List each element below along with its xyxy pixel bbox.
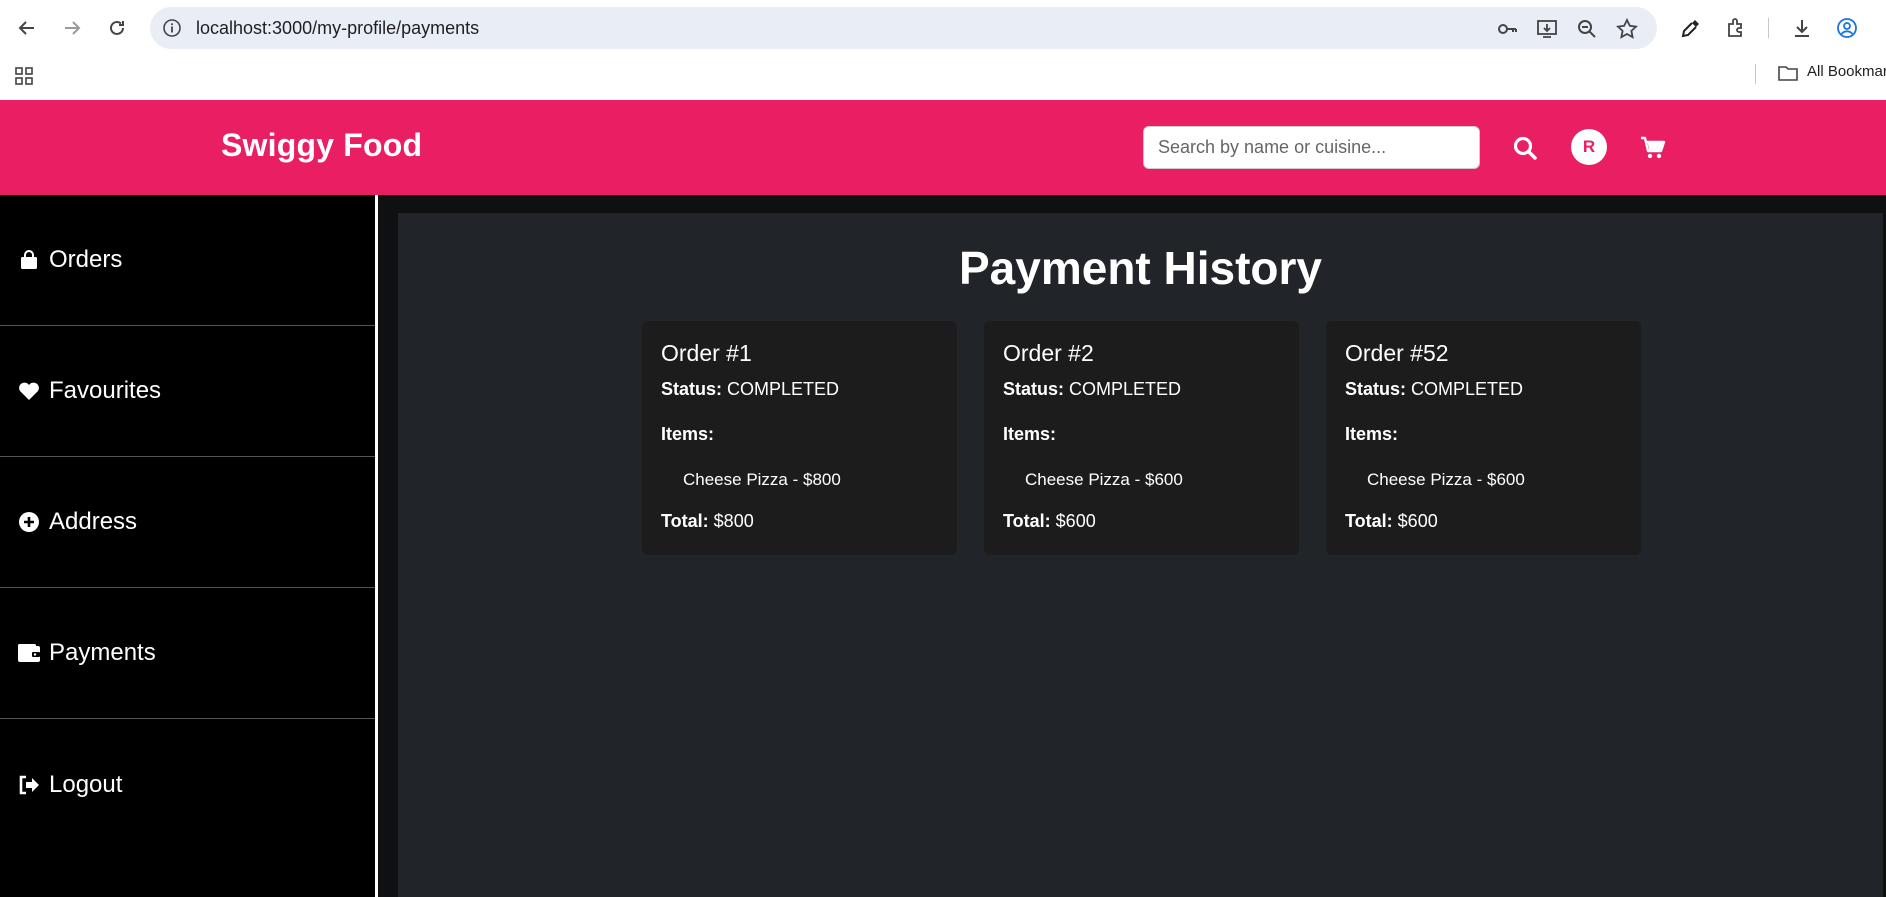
order-item: Cheese Pizza - $800: [683, 470, 841, 489]
status-label: Status:: [661, 379, 723, 399]
sidebar-item-label: Favourites: [49, 377, 162, 404]
page-title: Payment History: [958, 242, 1322, 294]
shopping-bag-icon: [17, 248, 41, 272]
back-icon[interactable]: [11, 12, 43, 44]
cart-icon[interactable]: [1638, 133, 1668, 163]
sidebar-item-logout[interactable]: Logout: [0, 719, 375, 850]
sidebar-item-favourites[interactable]: Favourites: [0, 326, 375, 457]
items-label: Items:: [1345, 424, 1399, 444]
order-card: Order #52 Status: COMPLETED Items: Chees…: [1326, 321, 1641, 555]
url-text[interactable]: localhost:3000/my-profile/payments: [196, 7, 479, 49]
apps-grid-icon[interactable]: [13, 65, 35, 87]
wallet-icon: [17, 641, 41, 665]
avatar[interactable]: R: [1571, 129, 1607, 165]
sidebar-item-label: Payments: [49, 639, 156, 666]
payment-history-panel: Payment History Order #1 Status: COMPLET…: [398, 213, 1883, 897]
order-title: Order #2: [1003, 340, 1094, 366]
order-card: Order #1 Status: COMPLETED Items: Cheese…: [642, 321, 957, 555]
order-status: Status: COMPLETED: [661, 379, 839, 400]
sidebar-item-orders[interactable]: Orders: [0, 195, 375, 326]
profile-icon[interactable]: [1834, 15, 1860, 41]
order-status: Status: COMPLETED: [1003, 379, 1181, 400]
total-label: Total:: [661, 511, 709, 531]
folder-icon[interactable]: [1777, 63, 1799, 83]
plus-circle-icon: [17, 510, 41, 534]
bookmarks-bar: [0, 56, 1886, 100]
brand-logo[interactable]: Swiggy Food: [221, 127, 422, 164]
sidebar: Orders Favourites Address Payments Logou…: [0, 195, 378, 897]
status-value: COMPLETED: [1411, 379, 1524, 399]
status-value: COMPLETED: [1069, 379, 1182, 399]
extensions-icon[interactable]: [1723, 15, 1749, 41]
address-bar[interactable]: localhost:3000/my-profile/payments: [150, 7, 1657, 49]
install-app-icon[interactable]: [1536, 18, 1558, 40]
sidebar-item-label: Logout: [49, 770, 123, 798]
heart-icon: [17, 379, 41, 403]
sidebar-item-address[interactable]: Address: [0, 457, 375, 588]
order-card: Order #2 Status: COMPLETED Items: Cheese…: [984, 321, 1299, 555]
status-value: COMPLETED: [727, 379, 840, 399]
zoom-icon[interactable]: [1576, 18, 1598, 40]
site-info-icon[interactable]: [162, 18, 182, 38]
forward-icon[interactable]: [56, 12, 88, 44]
sign-out-icon: [17, 773, 41, 797]
order-total: Total: $800: [661, 511, 754, 532]
eyedropper-icon[interactable]: [1678, 15, 1704, 41]
toolbar-divider: [1768, 18, 1769, 38]
order-status: Status: COMPLETED: [1345, 379, 1523, 400]
total-value: $600: [1397, 511, 1438, 531]
bookmarks-divider: [1755, 64, 1756, 84]
sidebar-item-payments[interactable]: Payments: [0, 588, 375, 719]
sidebar-item-label: Address: [49, 508, 138, 535]
status-label: Status:: [1003, 379, 1065, 399]
total-value: $600: [1055, 511, 1096, 531]
download-icon[interactable]: [1789, 15, 1815, 41]
status-label: Status:: [1345, 379, 1407, 399]
search-icon[interactable]: [1510, 133, 1540, 163]
sidebar-item-label: Orders: [49, 246, 123, 273]
items-label: Items:: [1003, 424, 1057, 444]
total-label: Total:: [1345, 511, 1393, 531]
total-value: $800: [713, 511, 754, 531]
total-label: Total:: [1003, 511, 1051, 531]
all-bookmarks-label[interactable]: All Bookmarks: [1807, 63, 1886, 80]
items-label: Items:: [661, 424, 715, 444]
order-item: Cheese Pizza - $600: [1367, 470, 1525, 489]
password-key-icon[interactable]: [1496, 18, 1518, 40]
order-item: Cheese Pizza - $600: [1025, 470, 1183, 489]
order-title: Order #1: [661, 340, 752, 366]
browser-toolbar: localhost:3000/my-profile/payments: [0, 0, 1886, 56]
search-input[interactable]: [1143, 126, 1480, 169]
order-total: Total: $600: [1003, 511, 1096, 532]
order-title: Order #52: [1345, 340, 1449, 366]
order-total: Total: $600: [1345, 511, 1438, 532]
bookmark-star-icon[interactable]: [1616, 18, 1638, 40]
app-header: Swiggy Food R: [0, 100, 1886, 195]
reload-icon[interactable]: [101, 12, 133, 44]
